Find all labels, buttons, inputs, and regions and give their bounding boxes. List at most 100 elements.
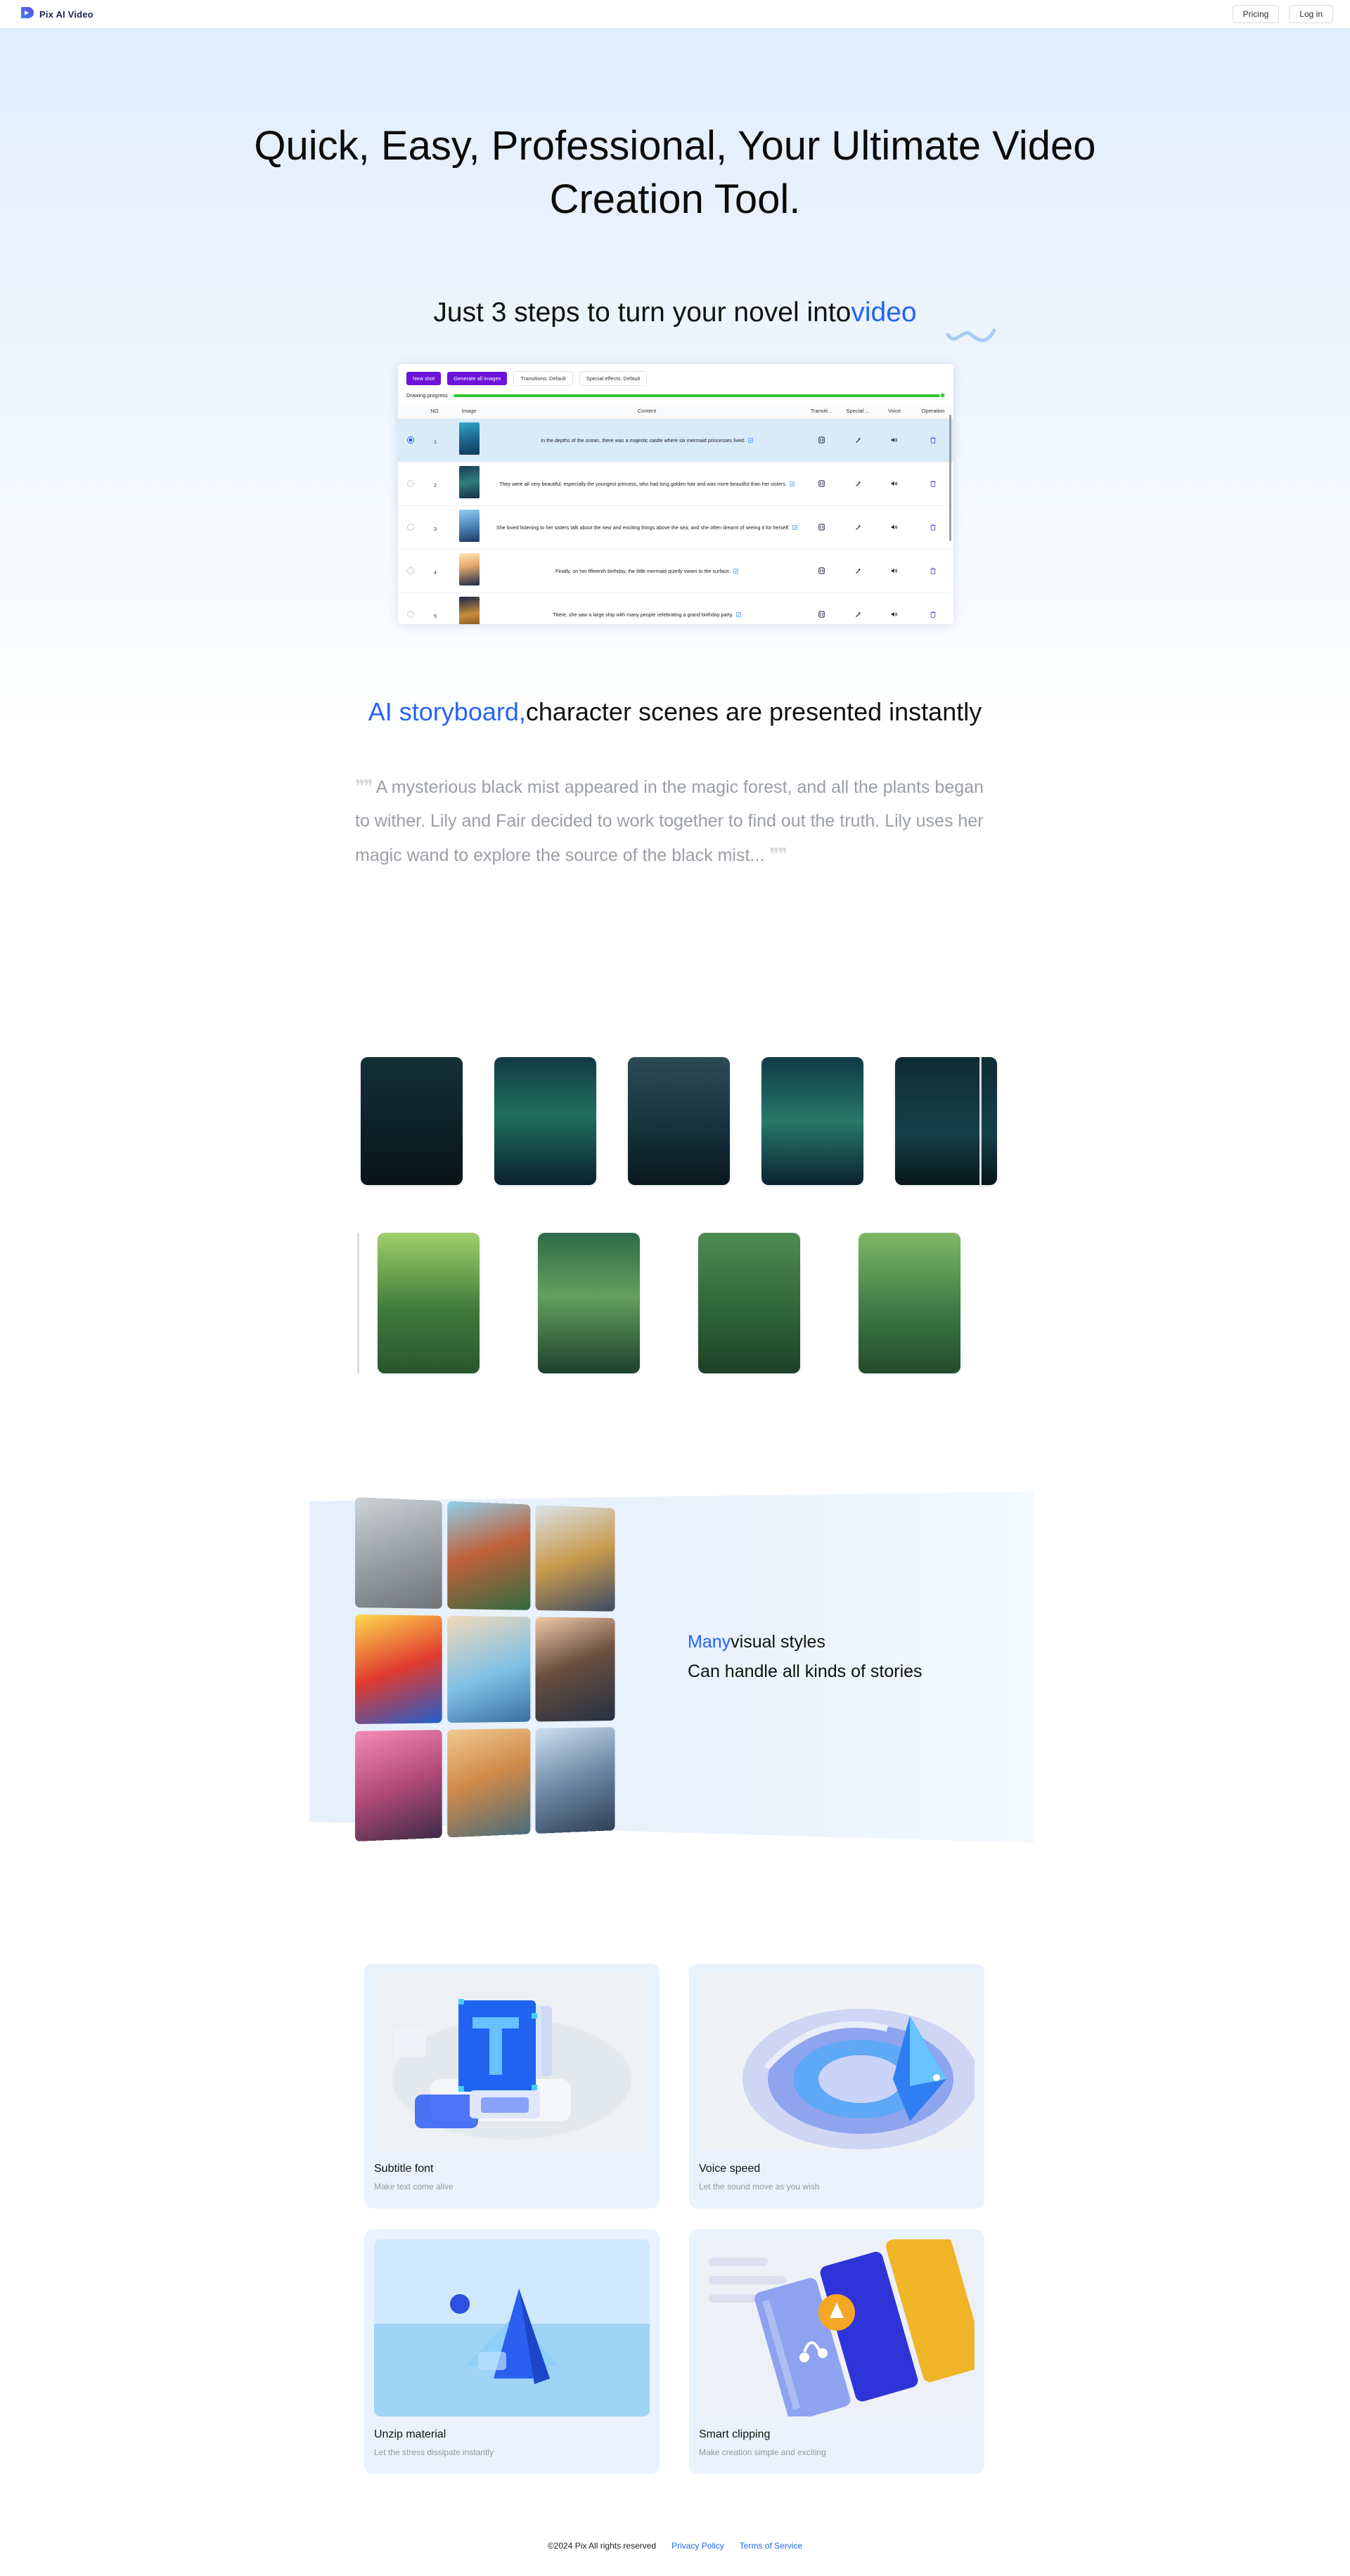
row-radio[interactable] (407, 479, 414, 487)
login-button[interactable]: Log in (1289, 4, 1333, 24)
trash-icon[interactable] (930, 524, 936, 532)
feature-card-subtitle-font[interactable]: Subtitle font Make text come alive (364, 1964, 660, 2208)
edit-icon[interactable] (748, 437, 753, 444)
pricing-button[interactable]: Pricing (1232, 4, 1280, 24)
style-thumbnail[interactable] (447, 1728, 531, 1838)
storyboard-image[interactable] (859, 1233, 960, 1373)
row-content-cell[interactable]: She loved listening to her sisters talk … (491, 505, 803, 550)
row-radio[interactable] (407, 523, 414, 531)
storyboard-image[interactable] (895, 1057, 997, 1185)
style-thumbnail[interactable] (447, 1501, 531, 1610)
speaker-icon[interactable] (891, 437, 898, 445)
th-special: Special ... (840, 403, 876, 419)
speaker-icon[interactable] (891, 524, 898, 532)
trash-icon[interactable] (930, 611, 936, 619)
progress-track[interactable] (453, 392, 946, 399)
magic-wand-icon[interactable] (855, 567, 861, 576)
storyboard-image[interactable] (538, 1233, 640, 1373)
style-thumbnail[interactable] (535, 1505, 615, 1612)
row-number: 4 (433, 569, 437, 576)
generate-all-images-button[interactable]: Generate all images (447, 372, 508, 385)
gallery-divider (357, 1233, 359, 1373)
privacy-policy-link[interactable]: Privacy Policy (671, 2541, 724, 2551)
style-thumbnail[interactable] (447, 1615, 531, 1723)
table-row[interactable]: 1 In the depths of the ocean, there was a… (398, 418, 953, 462)
row-select-cell[interactable] (398, 593, 423, 624)
trash-icon[interactable] (930, 567, 936, 576)
speaker-icon[interactable] (891, 568, 898, 576)
style-thumbnail[interactable] (535, 1727, 615, 1834)
trash-icon[interactable] (930, 436, 936, 445)
new-shot-button[interactable]: New shot (406, 372, 442, 385)
edit-icon[interactable] (736, 611, 741, 618)
storyboard-image[interactable] (361, 1057, 463, 1185)
row-select-cell[interactable] (398, 549, 423, 593)
transitions-select[interactable]: Transitions: Default (513, 371, 573, 386)
hero-subtitle-plain: Just 3 steps to turn your novel into (433, 297, 851, 328)
magic-wand-icon[interactable] (855, 436, 861, 445)
row-thumbnail-cell[interactable] (447, 549, 491, 593)
drawing-progress: Drawing progress (398, 390, 953, 403)
row-content-text: They were all very beautiful, especially… (499, 480, 787, 487)
top-navbar: Pix AI Video Pricing Log in (0, 0, 1350, 28)
row-thumbnail-cell[interactable] (447, 418, 491, 462)
row-radio[interactable] (407, 610, 414, 618)
row-thumbnail-cell[interactable] (447, 593, 491, 624)
row-select-cell[interactable] (398, 505, 423, 550)
trash-icon[interactable] (930, 480, 936, 488)
storyboard-image[interactable] (378, 1233, 480, 1373)
table-row[interactable]: 3 She loved listening to her sisters talk… (398, 505, 953, 550)
edit-icon[interactable] (789, 481, 795, 487)
magic-wand-icon[interactable] (855, 611, 861, 619)
feature-subtitle: Make creation simple and exciting (699, 2447, 826, 2457)
row-content-cell[interactable]: There, she saw a large ship with many pe… (491, 593, 803, 624)
transition-icon[interactable] (818, 610, 825, 619)
feature-image-unzip-material (374, 2239, 650, 2416)
magic-wand-icon[interactable] (855, 524, 861, 532)
transition-icon[interactable] (818, 436, 825, 445)
magic-wand-icon[interactable] (855, 480, 861, 488)
row-content-cell[interactable]: In the depths of the ocean, there was a … (491, 418, 803, 462)
storyboard-image[interactable] (761, 1057, 863, 1185)
feature-card-voice-speed[interactable]: Voice speed Let the sound move as you wi… (689, 1964, 984, 2208)
progress-knob[interactable] (939, 392, 946, 399)
edit-icon[interactable] (792, 524, 797, 531)
feature-title: Smart clipping (699, 2428, 771, 2440)
brand[interactable]: Pix AI Video (20, 6, 94, 22)
style-thumbnail[interactable] (355, 1730, 442, 1842)
footer: ©2024 Pix All rights reserved Privacy Po… (0, 2541, 1350, 2551)
row-select-cell[interactable] (398, 462, 423, 506)
table-row[interactable]: 4 Finally, on her fifteenth birthday, the… (398, 549, 953, 593)
row-thumbnail (458, 553, 480, 585)
feature-card-smart-clipping[interactable]: Smart clipping Make creation simple and … (689, 2229, 984, 2474)
style-thumbnail[interactable] (355, 1614, 442, 1725)
table-scrollbar[interactable] (949, 415, 951, 541)
terms-of-service-link[interactable]: Terms of Service (740, 2541, 802, 2551)
shots-table-body: 1 In the depths of the ocean, there was a… (398, 418, 953, 624)
row-content-cell[interactable]: Finally, on her fifteenth birthday, the … (491, 549, 803, 593)
transition-icon[interactable] (818, 523, 825, 532)
row-radio[interactable] (407, 567, 414, 574)
table-row[interactable]: 5 There, she saw a large ship with many p… (398, 593, 953, 624)
row-select-cell[interactable] (398, 418, 423, 462)
row-number: 2 (433, 481, 437, 488)
storyboard-image[interactable] (628, 1057, 730, 1185)
row-radio[interactable] (407, 436, 414, 444)
table-row[interactable]: 2 They were all very beautiful, especiall… (398, 462, 953, 506)
row-thumbnail-cell[interactable] (447, 505, 491, 550)
transition-icon[interactable] (818, 567, 825, 576)
speaker-icon[interactable] (891, 611, 898, 619)
storyboard-image[interactable] (494, 1057, 596, 1185)
style-thumbnail[interactable] (355, 1497, 442, 1609)
storyboard-image[interactable] (698, 1233, 800, 1373)
edit-icon[interactable] (733, 568, 738, 574)
special-effects-select[interactable]: Special effects: Default (579, 371, 648, 386)
row-content-cell[interactable]: They were all very beautiful, especially… (491, 462, 803, 506)
feature-card-unzip-material[interactable]: Unzip material Let the stress dissipate … (364, 2229, 660, 2474)
transition-icon[interactable] (818, 479, 825, 488)
styles-subtitle: Can handle all kinds of stories (688, 1662, 922, 1681)
style-thumbnail[interactable] (535, 1617, 615, 1722)
app-screenshot-mock: New shot Generate all images Transitions… (398, 364, 953, 624)
row-thumbnail-cell[interactable] (447, 462, 491, 506)
speaker-icon[interactable] (891, 481, 898, 488)
